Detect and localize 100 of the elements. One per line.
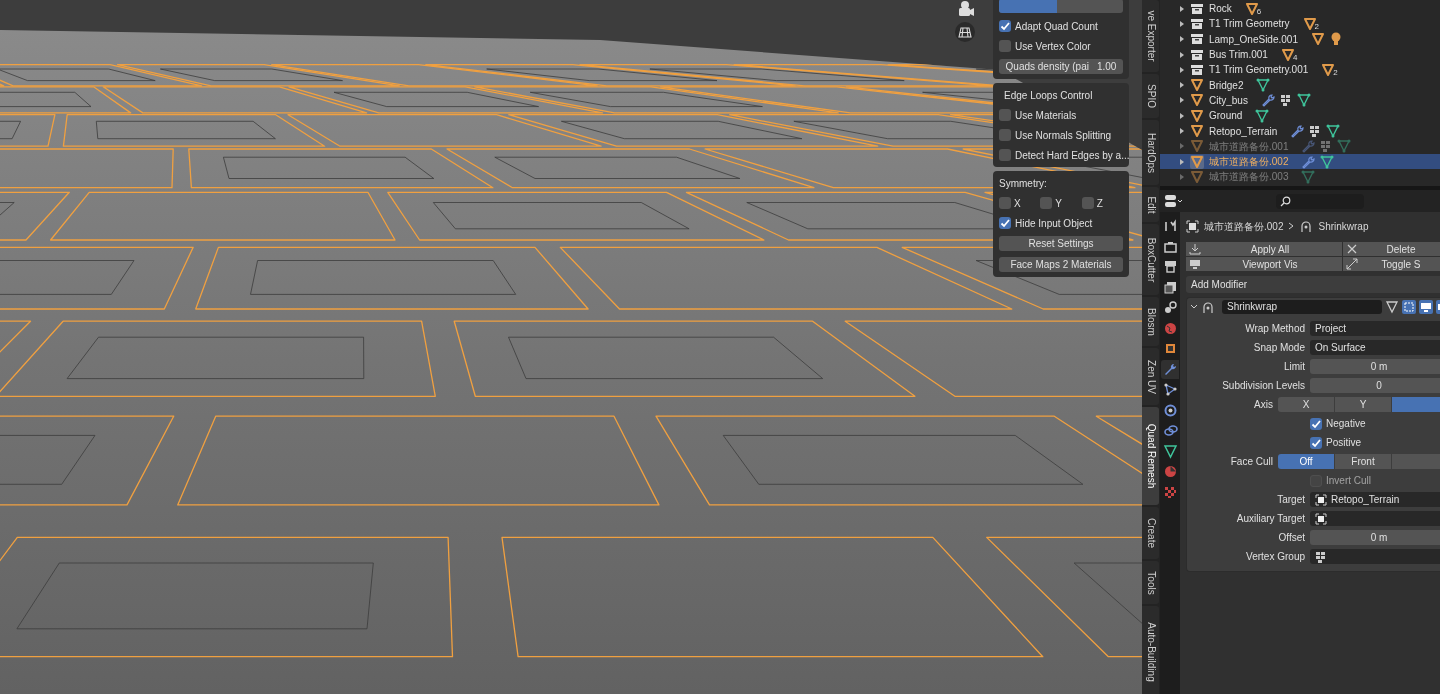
panel-button[interactable]: Face Maps 2 Materials bbox=[999, 257, 1123, 272]
slider[interactable] bbox=[999, 0, 1123, 13]
action-button[interactable]: Viewport Vis bbox=[1186, 257, 1342, 271]
sidebar-tab[interactable]: Blosm bbox=[1142, 297, 1159, 346]
particles-icon bbox=[1162, 382, 1178, 398]
outliner-item-name: 城市道路备份.002 bbox=[1209, 155, 1289, 170]
checkbox[interactable] bbox=[1310, 436, 1322, 449]
number-field[interactable]: 0 bbox=[1310, 378, 1440, 393]
checkbox-option[interactable]: Negative bbox=[1310, 416, 1366, 431]
action-button[interactable]: Toggle S bbox=[1343, 257, 1440, 271]
checkbox-label: Z bbox=[1096, 196, 1103, 211]
wrench-icon bbox=[1260, 93, 1275, 108]
world-icon bbox=[1162, 320, 1178, 336]
collection-box-icon bbox=[1190, 48, 1204, 61]
mesh-data-icon bbox=[1337, 139, 1352, 154]
field-label: Vertex Group bbox=[1245, 550, 1306, 564]
sidebar-tab[interactable]: HardOps bbox=[1142, 120, 1159, 185]
field-value: 1.00 bbox=[1096, 60, 1117, 74]
object-triangle-icon bbox=[1321, 62, 1336, 77]
checkbox[interactable] bbox=[999, 129, 1011, 141]
sidebar-tab[interactable]: Tools bbox=[1142, 561, 1159, 604]
checkbox[interactable] bbox=[999, 20, 1011, 32]
outliner-item-name: Bridge2 bbox=[1209, 78, 1244, 93]
sidebar-tab[interactable]: BoxCutter bbox=[1142, 224, 1159, 295]
number-field[interactable]: 0 m bbox=[1310, 530, 1440, 545]
shrinkwrap-icon bbox=[1201, 300, 1215, 314]
checkbox[interactable] bbox=[1310, 417, 1322, 430]
outliner-row[interactable]: Lamp_OneSide.001 bbox=[1160, 31, 1440, 47]
action-button[interactable]: Delete bbox=[1343, 242, 1440, 256]
segment-option[interactable]: Front bbox=[1335, 454, 1391, 469]
vertex-group-field[interactable] bbox=[1310, 549, 1440, 564]
search-field[interactable] bbox=[1276, 193, 1364, 209]
segment-option[interactable]: X bbox=[1278, 397, 1334, 412]
outliner-row[interactable]: T1 Trim Geometry.001 2 bbox=[1160, 62, 1440, 78]
dropdown-field[interactable]: Project bbox=[1310, 321, 1440, 336]
outliner-row[interactable]: 城市道路备份.002 bbox=[1160, 153, 1440, 170]
outliner-row[interactable]: Rock 6 bbox=[1160, 1, 1440, 17]
checkbox-label: Use Materials bbox=[1015, 108, 1077, 123]
sidebar-tab[interactable]: Quad Remesh bbox=[1142, 407, 1159, 505]
collection-box-icon bbox=[1190, 17, 1204, 30]
vertex-groups-icon bbox=[1315, 550, 1327, 563]
action-button[interactable]: Apply All bbox=[1186, 242, 1342, 256]
modifier-name-field[interactable]: Shrinkwrap bbox=[1222, 300, 1382, 314]
object-icon bbox=[1186, 219, 1199, 233]
outliner-row[interactable]: T1 Trim Geometry 2 bbox=[1160, 16, 1440, 32]
viewport-toggle-icon[interactable] bbox=[1419, 300, 1433, 314]
object-field[interactable] bbox=[1310, 511, 1440, 526]
segment-option[interactable]: Y bbox=[1335, 397, 1391, 412]
outliner-row[interactable]: Bridge2 bbox=[1160, 77, 1440, 93]
segment-option[interactable]: Off bbox=[1278, 454, 1334, 469]
sidebar-tab[interactable]: Auto-Building bbox=[1142, 606, 1159, 694]
checkbox[interactable] bbox=[1081, 197, 1094, 209]
sidebar-tab[interactable]: SPIO bbox=[1142, 74, 1159, 118]
tool-icon bbox=[1162, 218, 1178, 234]
outliner-row[interactable]: 城市道路备份.003 bbox=[1160, 169, 1440, 185]
child-count: 4 bbox=[1292, 53, 1298, 62]
checkbox-option[interactable]: Positive bbox=[1310, 435, 1361, 450]
checkbox[interactable] bbox=[999, 109, 1011, 121]
editor-type-icon[interactable] bbox=[1164, 194, 1184, 208]
outliner-row[interactable]: Bus Trim.001 4 bbox=[1160, 46, 1440, 63]
material-icon bbox=[1162, 464, 1178, 480]
outliner-row[interactable]: 城市道路备份.001 bbox=[1160, 138, 1440, 154]
object-triangle-icon bbox=[1190, 108, 1204, 123]
section-heading: Edge Loops Control bbox=[1003, 89, 1094, 102]
dropdown-field[interactable]: On Surface bbox=[1310, 340, 1440, 355]
number-field[interactable]: Quads density (pai 1.00 bbox=[999, 59, 1123, 74]
object-field[interactable]: Retopo_Terrain bbox=[1310, 492, 1440, 507]
edit-mode-toggle-icon[interactable] bbox=[1402, 300, 1416, 314]
sidebar-tab[interactable]: Edit bbox=[1142, 187, 1159, 222]
field-label: Quads density (pai bbox=[1005, 60, 1089, 74]
checkbox[interactable] bbox=[999, 40, 1011, 52]
number-field[interactable]: 0 m bbox=[1310, 359, 1440, 374]
outliner-row[interactable]: City_bus bbox=[1160, 92, 1440, 109]
outliner-row[interactable]: Ground bbox=[1160, 108, 1440, 124]
output-icon bbox=[1162, 259, 1178, 275]
outliner-item-name: Ground bbox=[1209, 109, 1243, 124]
outliner-item-name: 城市道路备份.001 bbox=[1209, 139, 1289, 154]
outliner-row[interactable]: Retopo_Terrain bbox=[1160, 123, 1440, 139]
sidebar-tab[interactable]: Zen UV bbox=[1142, 348, 1159, 405]
properties-tab[interactable] bbox=[1161, 359, 1179, 379]
panel-button[interactable]: Reset Settings bbox=[999, 236, 1123, 251]
add-modifier-dropdown[interactable]: Add Modifier bbox=[1186, 276, 1440, 293]
child-count: 6 bbox=[1256, 7, 1262, 16]
object-icon bbox=[1315, 493, 1327, 506]
field-label: Subdivision Levels bbox=[1221, 379, 1306, 393]
constraints-icon bbox=[1162, 423, 1178, 439]
field-label: Offset bbox=[1277, 531, 1306, 545]
checkbox[interactable] bbox=[999, 217, 1011, 229]
object-triangle-icon bbox=[1190, 93, 1204, 108]
grid-icon[interactable] bbox=[953, 22, 977, 42]
sidebar-tab[interactable]: ve Exporter bbox=[1142, 0, 1159, 72]
object-triangle-icon bbox=[1244, 1, 1259, 16]
close-icon bbox=[1346, 243, 1358, 255]
checkbox[interactable] bbox=[999, 149, 1011, 161]
vertex-groups-icon bbox=[1279, 94, 1292, 107]
wrench-icon bbox=[1290, 124, 1305, 138]
checkbox[interactable] bbox=[999, 197, 1011, 209]
collapse-chevron-icon[interactable] bbox=[1190, 303, 1198, 311]
sidebar-tab[interactable]: Create bbox=[1142, 507, 1159, 559]
checkbox[interactable] bbox=[1040, 197, 1053, 209]
